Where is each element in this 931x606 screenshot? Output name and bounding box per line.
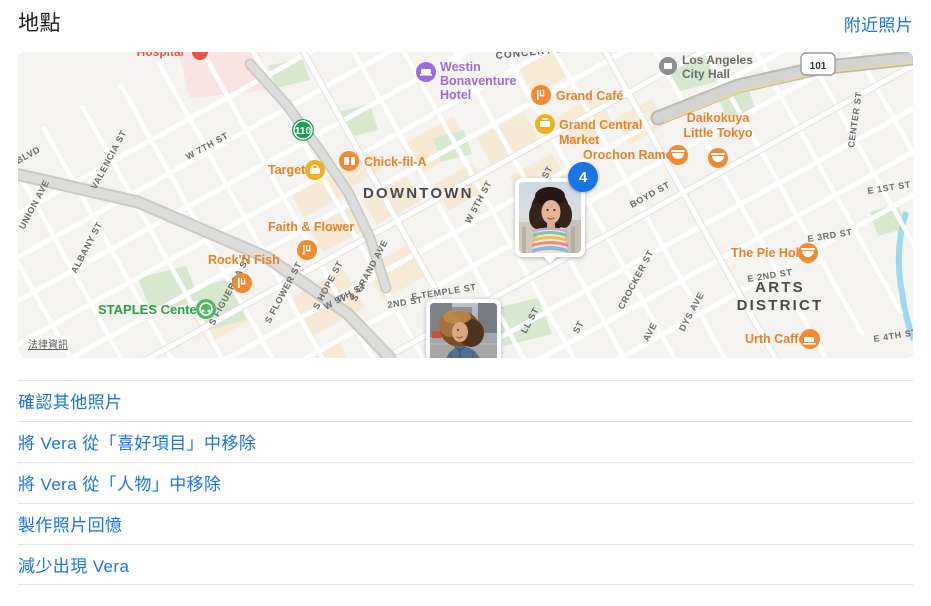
action-label: 減少出現 Vera — [18, 552, 129, 577]
svg-text:Urth Caffé: Urth Caffé — [745, 332, 805, 346]
highway-shield-110: 110 — [292, 119, 314, 141]
row-divider-bottom — [18, 584, 913, 585]
action-list: 確認其他照片 將 Vera 從「喜好項目」中移除 將 Vera 從「人物」中移除… — [0, 380, 931, 585]
svg-text:Los Angeles: Los Angeles — [682, 53, 753, 67]
svg-text:Westin: Westin — [440, 60, 481, 74]
svg-text:Daikokuya: Daikokuya — [687, 111, 751, 125]
area-label-downtown: DOWNTOWN — [363, 185, 474, 202]
action-feature-less[interactable]: 減少出現 Vera — [0, 544, 931, 585]
action-create-memory[interactable]: 製作照片回憶 — [0, 503, 931, 544]
row-divider — [18, 421, 913, 422]
svg-text:Hotel: Hotel — [440, 88, 471, 102]
photo-thumbnail-1 — [519, 182, 581, 253]
photo-callout-secondary[interactable] — [426, 299, 501, 358]
action-label: 將 Vera 從「喜好項目」中移除 — [18, 429, 256, 454]
page-title: 地點 — [18, 13, 61, 34]
poi-staples-center: STAPLES Center — [98, 299, 216, 319]
action-label: 製作照片回憶 — [18, 511, 122, 536]
svg-text:Grand Café: Grand Café — [556, 89, 623, 103]
svg-text:DISTRICT: DISTRICT — [737, 297, 824, 314]
svg-text:Little Tokyo: Little Tokyo — [683, 126, 753, 140]
action-label: 確認其他照片 — [18, 388, 122, 413]
svg-text:Faith & Flower: Faith & Flower — [268, 220, 354, 234]
svg-text:Chick-fil-A: Chick-fil-A — [364, 155, 427, 169]
row-divider — [18, 503, 913, 504]
action-remove-from-favorites[interactable]: 將 Vera 從「喜好項目」中移除 — [0, 421, 931, 462]
highway-shield-101: 101 — [801, 53, 835, 75]
svg-text:Rock'N Fish: Rock'N Fish — [208, 253, 280, 267]
svg-text:110: 110 — [295, 126, 312, 137]
svg-text:STAPLES Center: STAPLES Center — [98, 302, 202, 317]
row-divider — [18, 544, 913, 545]
action-confirm-additional-photos[interactable]: 確認其他照片 — [0, 380, 931, 421]
row-divider — [18, 380, 913, 381]
poi-hospital: Hospital — [137, 52, 208, 60]
photo-count-badge[interactable]: 4 — [568, 162, 598, 192]
photo-detail-page: 地點 附近照片 — [0, 0, 931, 606]
svg-text:Hospital: Hospital — [137, 52, 184, 59]
section-header: 地點 附近照片 — [0, 0, 931, 46]
svg-text:The Pie Hole: The Pie Hole — [731, 246, 806, 260]
svg-text:City Hall: City Hall — [682, 67, 730, 81]
svg-text:Market: Market — [559, 133, 600, 147]
action-remove-from-people[interactable]: 將 Vera 從「人物」中移除 — [0, 462, 931, 503]
area-label-arts-district: ARTS — [755, 279, 805, 296]
svg-text:Target: Target — [268, 163, 306, 177]
callout-pointer-1 — [543, 256, 557, 264]
action-label: 將 Vera 從「人物」中移除 — [18, 470, 221, 495]
nearby-photos-link[interactable]: 附近照片 — [844, 11, 913, 36]
map-legal-link[interactable]: 法律資訊 — [27, 336, 69, 351]
svg-text:Orochon Ramen: Orochon Ramen — [583, 148, 680, 162]
map-container[interactable]: W 7TH ST W 5TH ST W 9TH ST BLVD UNION AV… — [18, 52, 913, 358]
svg-text:Grand Central: Grand Central — [559, 118, 642, 132]
row-divider — [18, 462, 913, 463]
photo-thumbnail-2 — [430, 303, 497, 358]
svg-text:101: 101 — [810, 61, 827, 72]
svg-text:Bonaventure: Bonaventure — [440, 74, 516, 88]
